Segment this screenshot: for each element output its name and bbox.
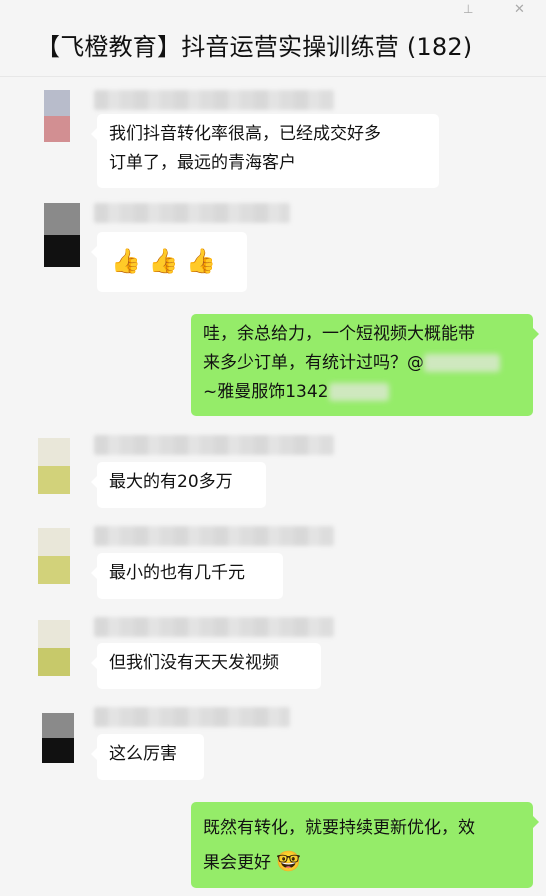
mention-blurred <box>424 354 500 372</box>
number-blurred <box>328 383 389 401</box>
thumbs-up-icon: 👍 👍 👍 <box>111 247 216 275</box>
sender-name-blurred <box>94 617 334 637</box>
message-text: 这么厉害 <box>109 744 177 764</box>
message-text: 最大的有20多万 <box>109 472 233 492</box>
message-bubble[interactable]: 最小的也有几千元 <box>91 553 283 599</box>
pin-icon[interactable]: ⊥ <box>463 2 473 16</box>
avatar[interactable] <box>42 713 74 763</box>
sender-name-blurred <box>94 526 334 546</box>
message-text: 但我们没有天天发视频 <box>109 653 279 673</box>
message-text: 来多少订单，有统计过吗？@ <box>203 353 424 373</box>
message-bubble[interactable]: 这么厉害 <box>91 734 204 780</box>
avatar[interactable] <box>38 528 70 584</box>
message-text: 哇，余总给力，一个短视频大概能带 <box>203 324 475 344</box>
message-bubble[interactable]: 我们抖音转化率很高，已经成交好多 订单了，最远的青海客户 <box>91 114 439 188</box>
sender-name-blurred <box>94 90 334 110</box>
message-text: 我们抖音转化率很高，已经成交好多 <box>109 124 381 144</box>
close-icon[interactable]: ✕ <box>514 2 525 17</box>
message-bubble-self[interactable]: 既然有转化，就要持续更新优化，效 果会更好 🤓 <box>191 802 539 888</box>
smug-face-icon: 🤓 <box>276 849 302 873</box>
sender-name-blurred <box>94 707 290 727</box>
message-text: 既然有转化，就要持续更新优化，效 <box>203 818 475 838</box>
avatar[interactable] <box>38 438 70 494</box>
message-text: ~雅曼服饰1342 <box>203 382 329 402</box>
message-bubble[interactable]: 但我们没有天天发视频 <box>91 643 321 689</box>
sender-name-blurred <box>94 435 334 455</box>
message-bubble[interactable]: 最大的有20多万 <box>91 462 266 508</box>
message-bubble[interactable]: 👍 👍 👍 <box>91 232 247 292</box>
message-text: 最小的也有几千元 <box>109 563 245 583</box>
message-text: 果会更好 <box>203 853 271 873</box>
message-text: 订单了，最远的青海客户 <box>109 153 296 173</box>
sender-name-blurred <box>94 203 290 223</box>
message-bubble-self[interactable]: 哇，余总给力，一个短视频大概能带 来多少订单，有统计过吗？@ ~雅曼服饰1342 <box>191 314 539 416</box>
chat-title: 【飞橙教育】抖音运营实操训练营 (182) <box>36 33 473 61</box>
avatar[interactable] <box>44 90 70 142</box>
avatar[interactable] <box>44 203 80 267</box>
chat-header: 【飞橙教育】抖音运营实操训练营 (182) ⊥ ✕ <box>0 0 546 77</box>
avatar[interactable] <box>38 620 70 676</box>
